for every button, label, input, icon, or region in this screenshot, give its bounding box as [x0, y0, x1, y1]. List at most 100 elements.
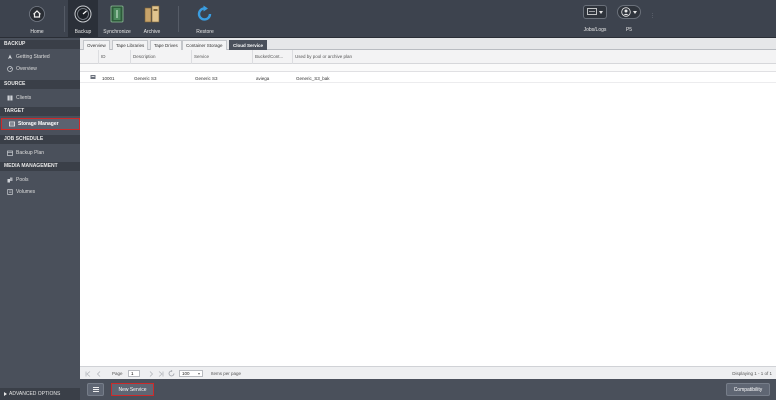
- chevron-right-icon: [4, 392, 7, 396]
- nav-archive-label: Archive: [143, 29, 161, 35]
- storage-icon: [9, 121, 15, 127]
- tab-cloud-service[interactable]: Cloud Service: [229, 40, 268, 50]
- advanced-options-label: ADVANCED OPTIONS: [9, 391, 61, 397]
- grid-header-service[interactable]: Service: [191, 50, 252, 64]
- next-page-button[interactable]: [146, 369, 155, 378]
- first-page-button[interactable]: [83, 369, 92, 378]
- displaying-count: Displaying 1 - 1 of 1: [732, 371, 772, 376]
- synchronize-icon: [108, 5, 126, 23]
- grid-header-icon-col: [80, 50, 98, 64]
- compatibility-button[interactable]: Compatibility: [726, 383, 770, 396]
- sidebar-item-getting-started[interactable]: Getting Started: [0, 52, 80, 62]
- table-row[interactable]: 10001 Generic S3 Generic S3 aviega Gener…: [80, 74, 776, 83]
- nav-restore-button[interactable]: Restore: [190, 0, 220, 38]
- page-number-input[interactable]: [128, 370, 140, 377]
- hamburger-icon: [92, 391, 99, 392]
- nav-synchronize-label: Synchronize: [103, 29, 131, 35]
- tab-container-storage[interactable]: Container Storage: [182, 40, 227, 50]
- grid-header: ID Description Service Bucket/Cont... Us…: [80, 50, 776, 64]
- prev-page-button[interactable]: [94, 369, 103, 378]
- items-per-page-value: 100: [182, 371, 190, 376]
- sidebar-item-storage-manager[interactable]: Storage Manager: [1, 118, 80, 130]
- pagination-bar: Page 100 Items per page Displaying 1 - 1…: [80, 366, 776, 379]
- tab-overview[interactable]: Overview: [83, 40, 110, 50]
- jobs-logs-box[interactable]: [583, 5, 607, 19]
- chevron-right-icon: [149, 370, 153, 377]
- grid-header-used-by[interactable]: Used by pool or archive plan: [292, 50, 442, 64]
- tab-tape-libraries[interactable]: Tape Libraries: [112, 40, 149, 50]
- items-per-page-select[interactable]: 100: [179, 370, 203, 377]
- chevron-down-icon: [198, 372, 200, 375]
- bottom-action-bar: New Service Compatibility: [80, 379, 776, 400]
- sidebar-item-pools[interactable]: Pools: [0, 175, 80, 185]
- tab-tape-drives[interactable]: Tape Drives: [150, 40, 182, 50]
- hamburger-icon: [92, 389, 99, 390]
- section-media-management: MEDIA MANAGEMENT: [0, 162, 80, 171]
- sidebar-item-label: Storage Manager: [18, 121, 59, 127]
- sidebar-item-label: Clients: [16, 95, 32, 101]
- sidebar-item-label: Pools: [16, 177, 29, 183]
- sidebar-item-overview[interactable]: Overview: [0, 64, 80, 74]
- user-menu-button[interactable]: P5: [617, 5, 641, 33]
- user-icon: [621, 7, 631, 17]
- nav-backup-button[interactable]: Backup: [68, 0, 98, 38]
- cell-description: Generic S3: [134, 76, 157, 81]
- cell-used-by: Generic_S3_bak: [296, 76, 330, 81]
- advanced-options-toggle[interactable]: ADVANCED OPTIONS: [0, 388, 80, 400]
- chevron-down-icon: [633, 10, 637, 14]
- section-job-schedule: JOB SCHEDULE: [0, 135, 80, 144]
- top-navigation-bar: Home Backup Synchronize Archive Restore …: [0, 0, 776, 38]
- sidebar-item-label: Overview: [16, 66, 37, 72]
- section-target: TARGET: [0, 107, 80, 116]
- nav-divider: [64, 6, 65, 32]
- cloud-service-grid: ID Description Service Bucket/Cont... Us…: [80, 50, 776, 366]
- nav-restore-label: Restore: [196, 29, 214, 35]
- clients-icon: [7, 95, 13, 101]
- sidebar: BACKUP Getting Started Overview SOURCE C…: [0, 38, 80, 400]
- monitor-icon: [587, 8, 597, 15]
- sidebar-item-label: Backup Plan: [16, 150, 45, 156]
- nav-home-label: Home: [30, 29, 44, 35]
- hamburger-icon: [92, 387, 99, 388]
- sidebar-item-label: Volumes: [16, 189, 36, 195]
- nav-archive-button[interactable]: Archive: [137, 0, 167, 38]
- grid-header-bucket[interactable]: Bucket/Cont...: [252, 50, 292, 64]
- sidebar-item-clients[interactable]: Clients: [0, 93, 80, 103]
- user-label: P5: [625, 27, 633, 33]
- jobs-logs-label: Jobs/Logs: [583, 27, 607, 33]
- cell-id: 10001: [102, 76, 115, 81]
- user-menu-box[interactable]: [617, 5, 641, 19]
- sidebar-item-volumes[interactable]: Volumes: [0, 187, 80, 197]
- nav-divider: [178, 6, 179, 32]
- sidebar-item-backup-plan[interactable]: Backup Plan: [0, 148, 80, 158]
- last-page-icon: [158, 370, 163, 377]
- menu-button[interactable]: [87, 383, 104, 396]
- page-label: Page: [112, 371, 123, 376]
- grid-filter-row: [80, 64, 776, 72]
- nav-home-button[interactable]: Home: [22, 0, 52, 38]
- grid-header-id[interactable]: ID: [98, 50, 130, 64]
- section-source: SOURCE: [0, 80, 80, 89]
- last-page-button[interactable]: [156, 369, 165, 378]
- pools-icon: [7, 177, 13, 183]
- new-service-button[interactable]: New Service: [111, 383, 154, 396]
- jobs-logs-button[interactable]: Jobs/Logs: [583, 5, 607, 33]
- grid-header-description[interactable]: Description: [130, 50, 191, 64]
- section-backup: BACKUP: [0, 40, 80, 49]
- items-per-page-label: Items per page: [211, 371, 242, 376]
- cell-service: Generic S3: [195, 76, 218, 81]
- backup-gauge-icon: [74, 5, 92, 23]
- first-page-icon: [85, 370, 90, 377]
- rocket-icon: [8, 54, 12, 59]
- more-dots-icon[interactable]: ⋮: [650, 13, 655, 19]
- nav-backup-label: Backup: [74, 29, 92, 35]
- refresh-icon: [168, 370, 175, 377]
- sidebar-item-label: Getting Started: [16, 54, 50, 60]
- chevron-down-icon: [599, 10, 603, 14]
- cloud-service-icon: [88, 74, 98, 83]
- refresh-button[interactable]: [167, 369, 176, 378]
- chevron-left-icon: [96, 370, 100, 377]
- calendar-icon: [7, 150, 13, 156]
- nav-synchronize-button[interactable]: Synchronize: [102, 0, 132, 38]
- home-icon: [28, 5, 46, 23]
